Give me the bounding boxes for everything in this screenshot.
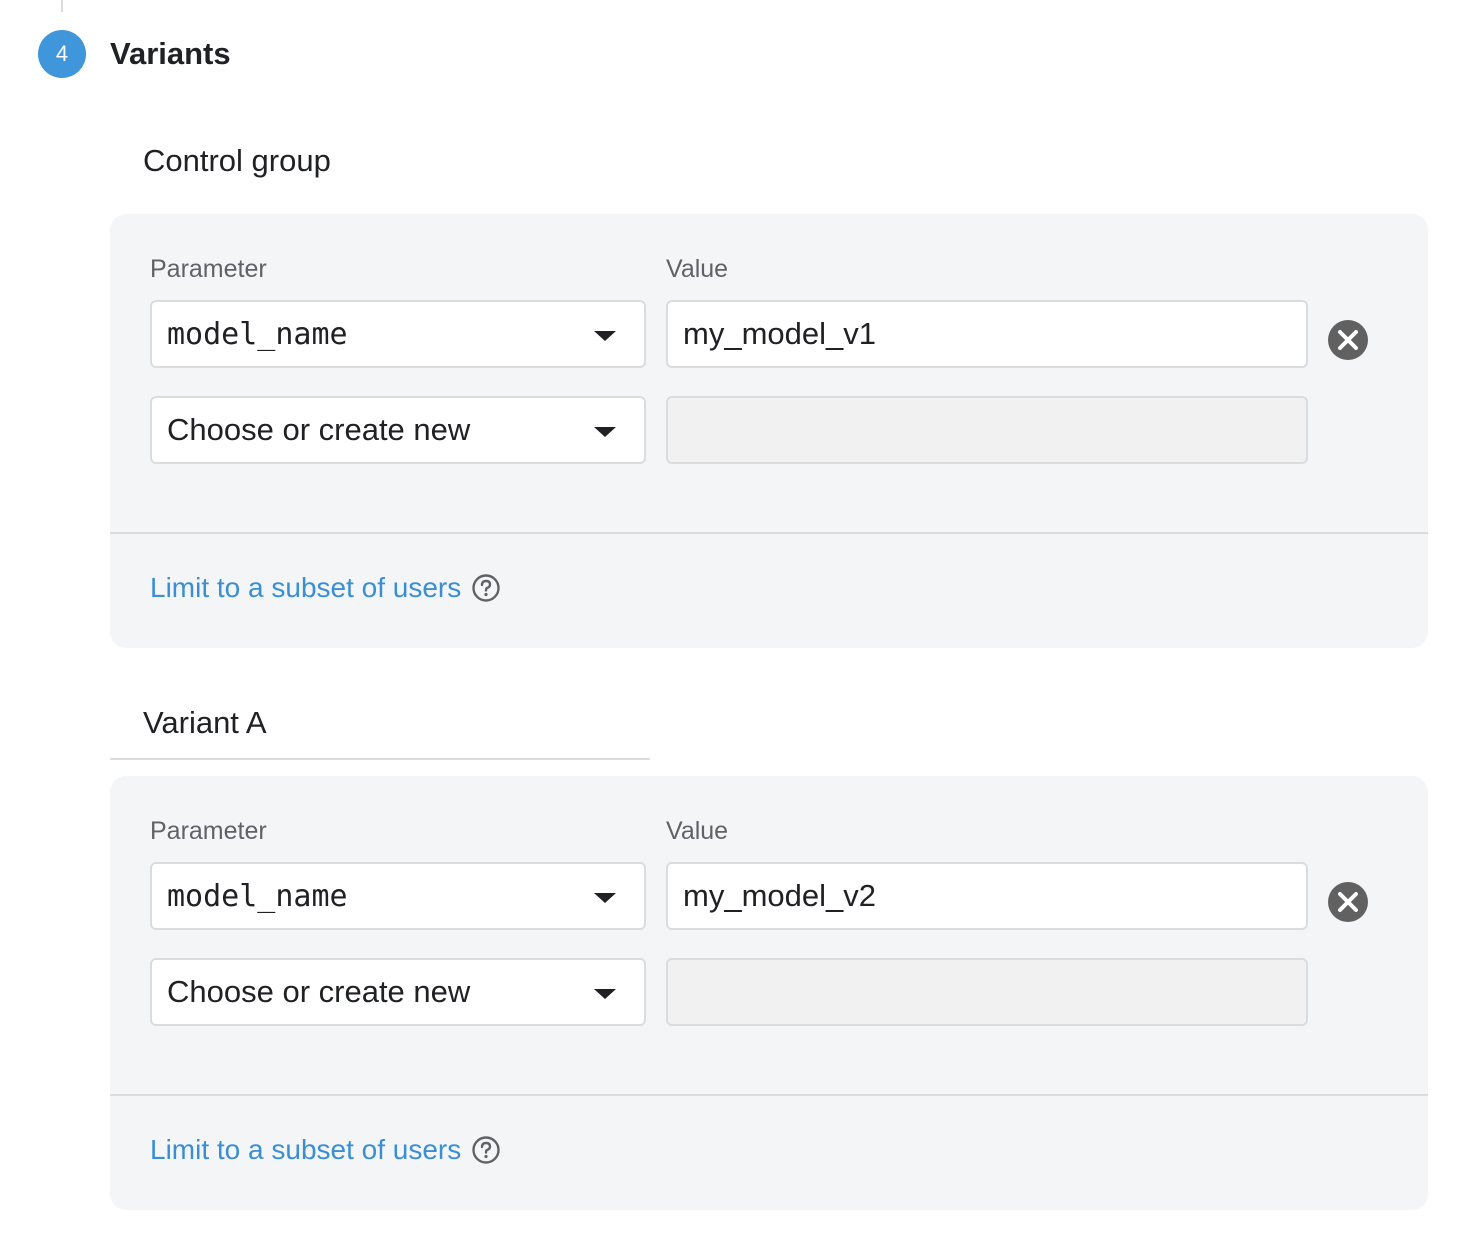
card-divider — [110, 532, 1428, 534]
card-divider — [110, 1094, 1428, 1096]
step-connector-line — [61, 0, 63, 12]
value-column-label: Value — [666, 817, 729, 845]
parameter-select-new[interactable]: Choose or create new — [150, 958, 646, 1026]
variant-title-underline — [110, 758, 650, 760]
step-number-badge: 4 — [38, 30, 86, 78]
limit-subset-link[interactable]: Limit to a subset of users — [150, 1134, 501, 1166]
close-circle-icon[interactable] — [1327, 319, 1369, 361]
caret-down-icon — [594, 893, 616, 903]
caret-down-icon — [594, 331, 616, 341]
value-input[interactable]: my_model_v1 — [666, 300, 1308, 368]
caret-down-icon — [594, 427, 616, 437]
variants-step-page: 4 Variants Control group Parameter Value… — [0, 0, 1474, 1250]
variant-a-card: Parameter Value model_name my_model_v2 C… — [110, 776, 1428, 1210]
parameter-select-new[interactable]: Choose or create new — [150, 396, 646, 464]
parameter-select-placeholder: Choose or create new — [167, 974, 471, 1009]
help-circle-icon[interactable] — [471, 573, 501, 603]
value-input-disabled — [666, 396, 1308, 464]
value-input-text: my_model_v1 — [683, 316, 876, 351]
help-circle-icon[interactable] — [471, 1135, 501, 1165]
parameter-column-label: Parameter — [150, 255, 267, 283]
parameter-select[interactable]: model_name — [150, 862, 646, 930]
parameter-select-value: model_name — [167, 316, 348, 352]
control-group-card: Parameter Value model_name my_model_v1 C… — [110, 214, 1428, 648]
step-number: 4 — [55, 41, 69, 66]
close-circle-icon[interactable] — [1327, 881, 1369, 923]
limit-subset-link-label: Limit to a subset of users — [150, 1134, 462, 1165]
parameter-select-value: model_name — [167, 878, 348, 914]
limit-subset-link[interactable]: Limit to a subset of users — [150, 572, 501, 604]
parameter-select[interactable]: model_name — [150, 300, 646, 368]
value-input-disabled — [666, 958, 1308, 1026]
value-column-label: Value — [666, 255, 729, 283]
control-group-title: Control group — [143, 143, 331, 178]
step-title: Variants — [110, 36, 231, 71]
caret-down-icon — [594, 989, 616, 999]
value-input-text: my_model_v2 — [683, 878, 876, 913]
parameter-column-label: Parameter — [150, 817, 267, 845]
value-input[interactable]: my_model_v2 — [666, 862, 1308, 930]
limit-subset-link-label: Limit to a subset of users — [150, 572, 462, 603]
variant-a-title[interactable]: Variant A — [143, 703, 267, 743]
parameter-select-placeholder: Choose or create new — [167, 412, 471, 447]
